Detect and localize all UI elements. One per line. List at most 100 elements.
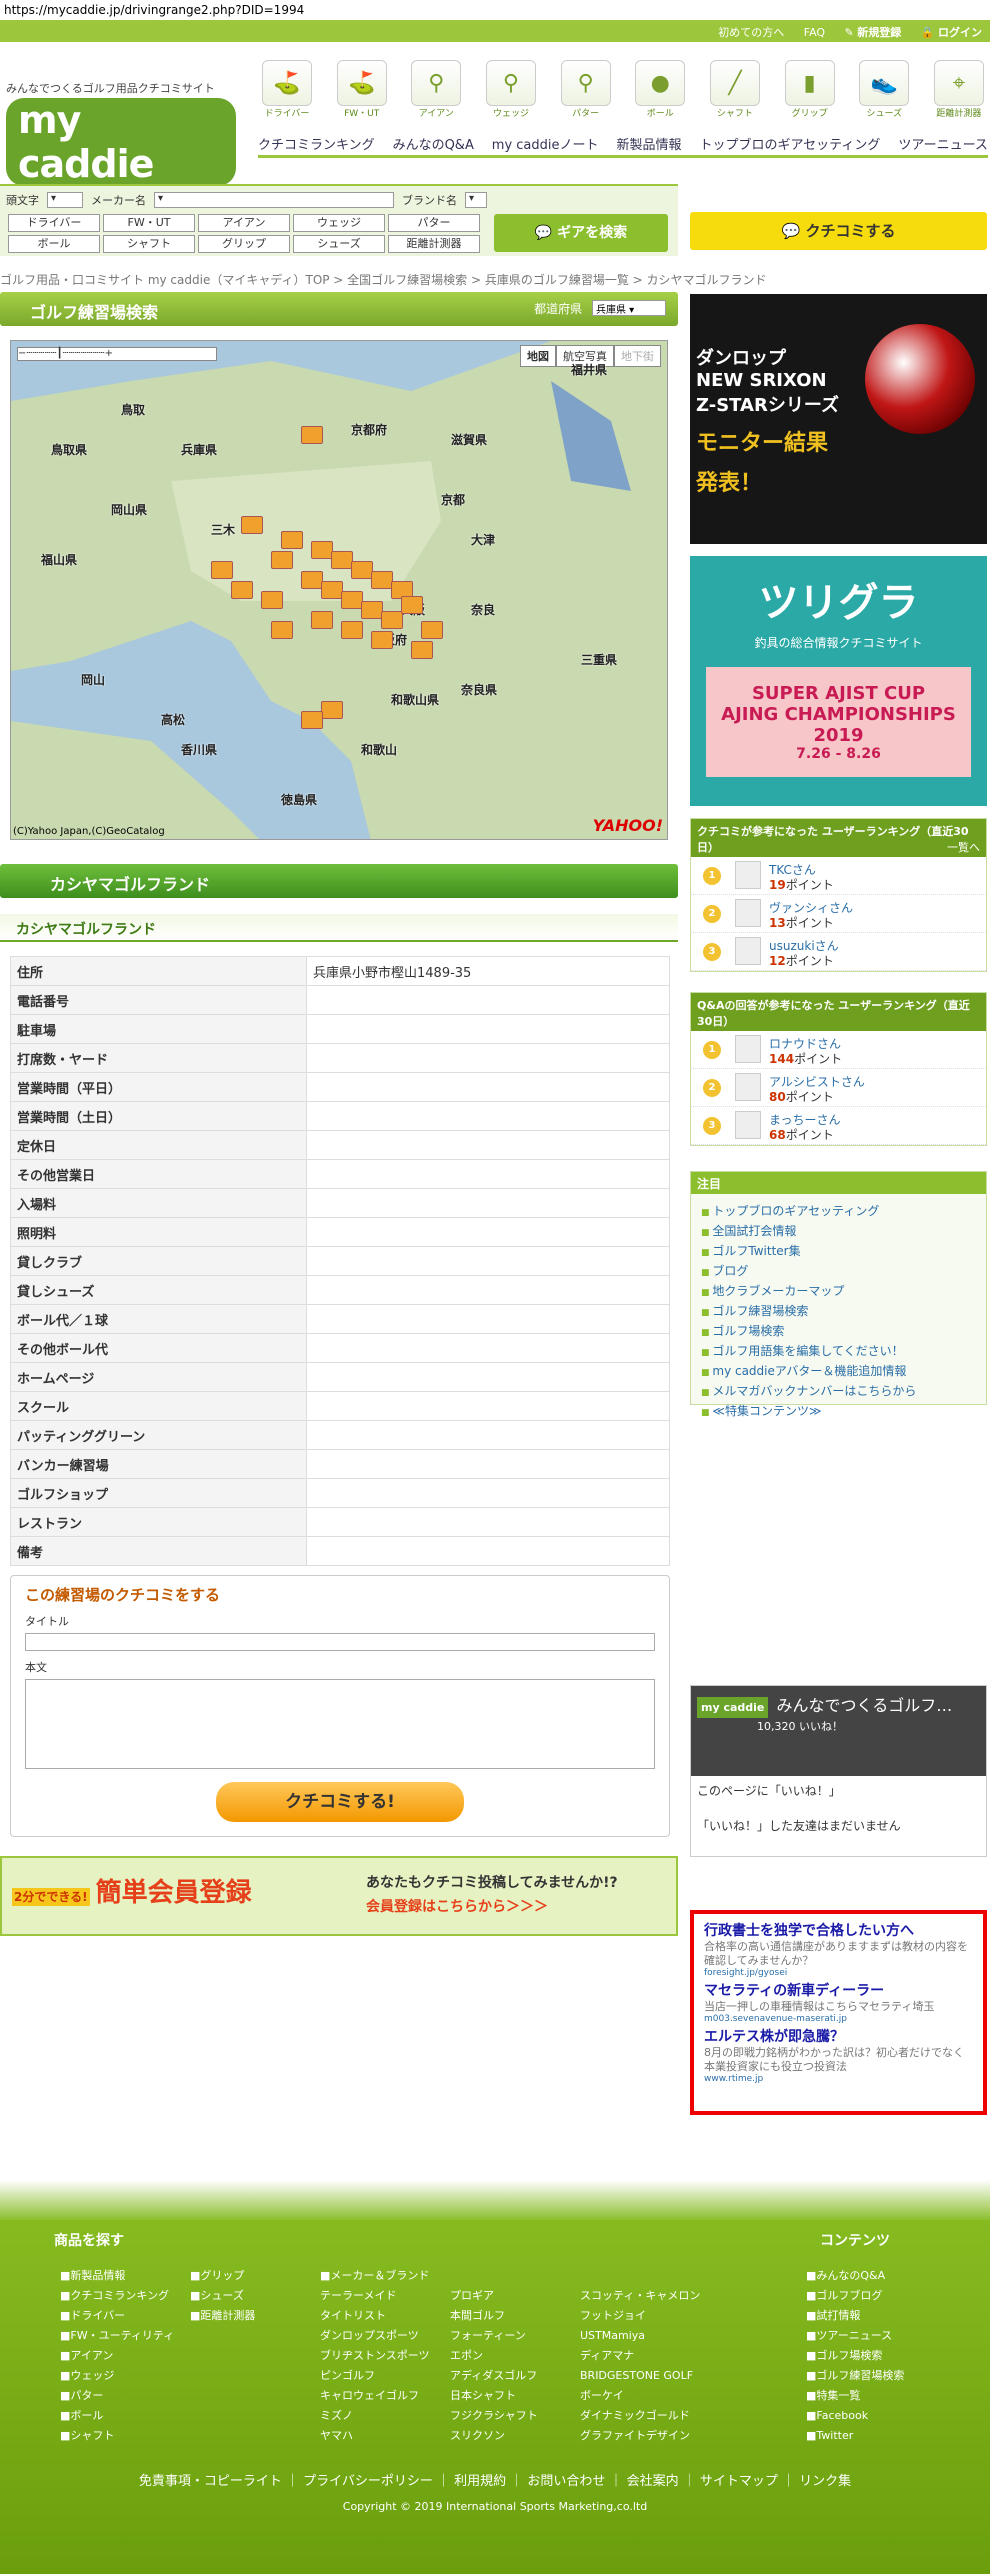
- genre-button[interactable]: アイアン: [198, 214, 290, 232]
- footer-link[interactable]: プロギア: [450, 2286, 538, 2306]
- footer-link[interactable]: ■特集一覧: [806, 2386, 904, 2406]
- footer-link[interactable]: ■ボール: [60, 2406, 174, 2426]
- footer-link[interactable]: アディダスゴルフ: [450, 2366, 538, 2386]
- genre-button[interactable]: パター: [388, 214, 480, 232]
- ad-item[interactable]: マセラティの新車ディーラー 当店一押しの車種情報はこちらマセラティ埼玉 m003.s…: [704, 1980, 973, 2024]
- footer-link[interactable]: グラファイトデザイン: [580, 2426, 700, 2446]
- footer-link[interactable]: キャロウェイゴルフ: [320, 2386, 430, 2406]
- footer-link[interactable]: ■Facebook: [806, 2406, 904, 2426]
- map-range-marker[interactable]: [311, 611, 333, 629]
- footer-link[interactable]: フジクラシャフト: [450, 2406, 538, 2426]
- ranking-more-link[interactable]: 一覧へ: [947, 839, 980, 855]
- notice-link[interactable]: ゴルフ場検索: [701, 1322, 976, 1342]
- footer-link[interactable]: ■新製品情報: [60, 2266, 174, 2286]
- gear-search-button[interactable]: 💬 ギアを検索: [494, 214, 668, 252]
- nav-link[interactable]: トップブロのギアセッティング: [699, 134, 880, 155]
- map-range-marker[interactable]: [371, 571, 393, 589]
- footer-link[interactable]: [450, 2266, 538, 2286]
- ad-headline[interactable]: エルテス株が即急騰？: [704, 2026, 973, 2046]
- footer-link[interactable]: ダンロップスポーツ: [320, 2326, 430, 2346]
- footer-link[interactable]: ■ウェッジ: [60, 2366, 174, 2386]
- avatar[interactable]: [735, 1035, 761, 1063]
- map-range-marker[interactable]: [301, 426, 323, 444]
- srixon-ad[interactable]: ダンロップ NEW SRIXON Z-STARシリーズ モニター結果 発表！: [690, 294, 987, 544]
- footer-link[interactable]: タイトリスト: [320, 2306, 430, 2326]
- ranking-item[interactable]: 3 usuzukiさん 12ポイント: [691, 933, 986, 971]
- footer-link[interactable]: スリクソン: [450, 2426, 538, 2446]
- footer-link[interactable]: ■メーカー＆ブランド: [320, 2266, 430, 2286]
- map-range-marker[interactable]: [371, 631, 393, 649]
- ad-headline[interactable]: 行政書士を独学で合格したい方へ: [704, 1920, 973, 1940]
- nav-link[interactable]: ツアーニュース: [898, 134, 988, 155]
- ad-url[interactable]: www.rtime.jp: [704, 2074, 973, 2084]
- genre-button[interactable]: シャフト: [103, 235, 195, 253]
- category-fairway-wood[interactable]: ⛳ FW・UT: [333, 60, 391, 120]
- footer-link[interactable]: [580, 2266, 700, 2286]
- footer-link[interactable]: 日本シャフト: [450, 2386, 538, 2406]
- footer-link[interactable]: ボーケイ: [580, 2386, 700, 2406]
- submit-review-button[interactable]: クチコミする!: [216, 1782, 464, 1822]
- footer-link[interactable]: USTMamiya: [580, 2326, 700, 2346]
- map-range-marker[interactable]: [361, 601, 383, 619]
- category-wedge[interactable]: ⚲ ウェッジ: [482, 60, 540, 120]
- notice-link[interactable]: ゴルフ練習場検索: [701, 1302, 976, 1322]
- faq-link[interactable]: FAQ: [804, 26, 825, 39]
- title-input[interactable]: [25, 1633, 655, 1651]
- map-range-marker[interactable]: [401, 596, 423, 614]
- footer-link[interactable]: ディアマナ: [580, 2346, 700, 2366]
- site-logo[interactable]: みんなでつくるゴルフ用品クチコミサイト my caddie: [6, 80, 236, 186]
- footer-link[interactable]: ヤマハ: [320, 2426, 430, 2446]
- ranking-item[interactable]: 3 まっちーさん 68ポイント: [691, 1107, 986, 1145]
- map-range-marker[interactable]: [271, 551, 293, 569]
- address-bar[interactable]: https://mycaddie.jp/drivingrange2.php?DI…: [0, 0, 990, 20]
- footer-link[interactable]: ■ツアーニュース: [806, 2326, 904, 2346]
- footer-link[interactable]: エポン: [450, 2346, 538, 2366]
- category-putter[interactable]: ⚲ パター: [557, 60, 615, 120]
- pref-select[interactable]: 兵庫県 ▾: [592, 300, 666, 316]
- avatar[interactable]: [735, 1073, 761, 1101]
- footer-link[interactable]: ■FW・ユーティリティ: [60, 2326, 174, 2346]
- avatar[interactable]: [735, 861, 761, 889]
- footer-link[interactable]: ■ゴルフブログ: [806, 2286, 904, 2306]
- footer-link[interactable]: テーラーメイド: [320, 2286, 430, 2306]
- register-link[interactable]: ✎ 新規登録: [845, 26, 902, 39]
- footer-link[interactable]: ■シューズ: [190, 2286, 255, 2306]
- ad-headline[interactable]: マセラティの新車ディーラー: [704, 1980, 973, 2000]
- genre-button[interactable]: ボール: [8, 235, 100, 253]
- footer-link[interactable]: フットジョイ: [580, 2306, 700, 2326]
- map-range-marker[interactable]: [411, 641, 433, 659]
- notice-link[interactable]: ブログ: [701, 1262, 976, 1282]
- footer-link[interactable]: ■グリップ: [190, 2266, 255, 2286]
- nav-link[interactable]: みんなのQ&A: [393, 134, 474, 155]
- avatar[interactable]: [735, 899, 761, 927]
- login-link[interactable]: 🔒 ログイン: [921, 26, 982, 39]
- ad-url[interactable]: foresight.jp/gyosei: [704, 1968, 973, 1978]
- ranking-item[interactable]: 2 ヴァンシィさん 13ポイント: [691, 895, 986, 933]
- body-textarea[interactable]: [25, 1679, 655, 1769]
- footer-link[interactable]: ■シャフト: [60, 2426, 174, 2446]
- map-range-marker[interactable]: [301, 571, 323, 589]
- ranking-item[interactable]: 1 ロナウドさん 144ポイント: [691, 1031, 986, 1069]
- map-range-marker[interactable]: [261, 591, 283, 609]
- notice-link[interactable]: トップブロのギアセッティング: [701, 1202, 976, 1222]
- notice-link[interactable]: ゴルフ用語集を編集してください！: [701, 1342, 976, 1362]
- map-range-marker[interactable]: [381, 611, 403, 629]
- avatar[interactable]: [735, 937, 761, 965]
- map-tab[interactable]: 地図: [520, 345, 556, 367]
- map-range-marker[interactable]: [321, 701, 343, 719]
- footer-link[interactable]: BRIDGESTONE GOLF: [580, 2366, 700, 2386]
- footer-link[interactable]: ■Twitter: [806, 2426, 904, 2446]
- map-zoom-control[interactable]: −┄┄┄┄┄┃┄┄┄┄┄┄┄+: [17, 347, 217, 361]
- footer-links[interactable]: 免責事項・コピーライト ｜ プライバシーポリシー ｜ 利用規約 ｜ お問い合わせ…: [0, 2470, 990, 2489]
- breadcrumb[interactable]: ゴルフ用品・口コミサイト my caddie（マイキャディ）TOP > 全国ゴル…: [0, 271, 990, 287]
- genre-button[interactable]: ウェッジ: [293, 214, 385, 232]
- brand-select[interactable]: ▾: [465, 192, 487, 208]
- map-range-marker[interactable]: [421, 621, 443, 639]
- notice-link[interactable]: ゴルフTwitter集: [701, 1242, 976, 1262]
- map-range-marker[interactable]: [301, 711, 323, 729]
- footer-link[interactable]: ミズノ: [320, 2406, 430, 2426]
- category-driver[interactable]: ⛳ ドライバー: [258, 60, 316, 120]
- maker-select[interactable]: ▾: [154, 192, 394, 208]
- footer-link[interactable]: ■パター: [60, 2386, 174, 2406]
- tsurigura-ad[interactable]: ツリグラ 釣具の総合情報クチコミサイト SUPER AJIST CUP AJIN…: [690, 556, 987, 806]
